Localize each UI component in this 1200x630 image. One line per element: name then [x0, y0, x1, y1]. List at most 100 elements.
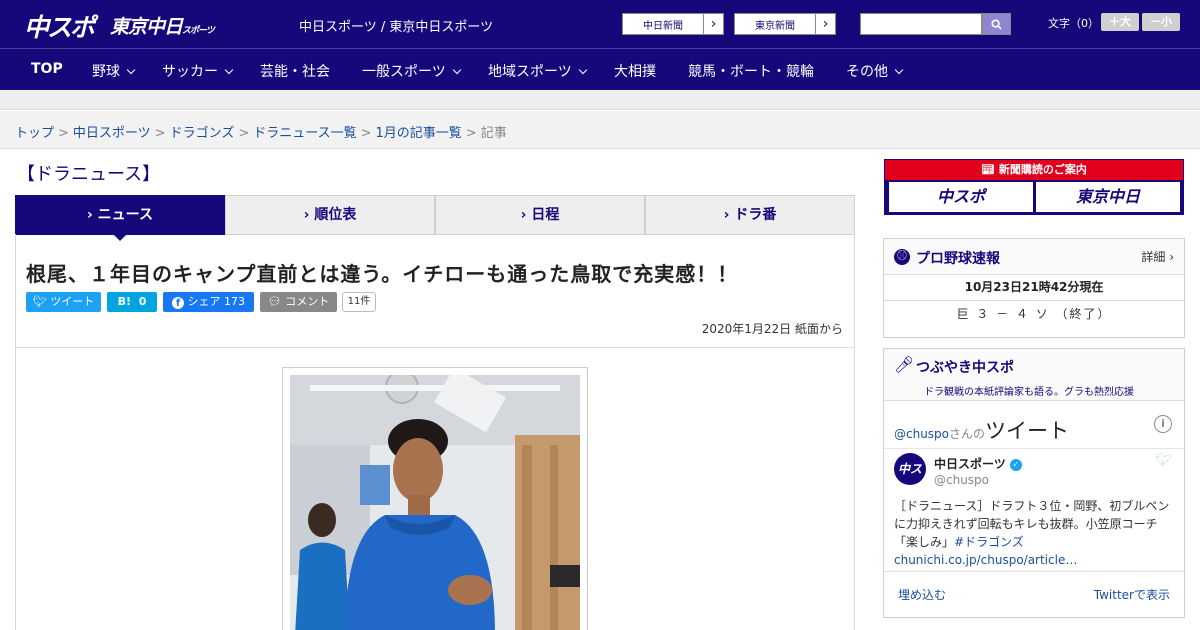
nav-label: 大相撲 [614, 64, 656, 80]
hatena-count: 0 [138, 295, 147, 308]
comment-bubble-icon: 💬︎ [267, 295, 282, 308]
breadcrumb-separator: > [465, 126, 477, 141]
nav-label: 芸能・社会 [260, 64, 330, 80]
breadcrumb-separator: > [238, 126, 250, 141]
breadcrumb-link[interactable]: 1月の記事一覧 [376, 126, 462, 141]
timeline-footer: 埋め込む Twitterで表示 [884, 571, 1184, 611]
tweets-widget: 🎤︎ つぶやき中スポ ドラ観戦の本紙評論家も語る。グラも熱烈応援 @chuspo… [883, 348, 1185, 618]
hashtag-link[interactable]: #ドラゴンズ [954, 535, 1024, 549]
tab-standings[interactable]: › 順位表 [225, 195, 435, 235]
comment-count: 11件 [342, 292, 376, 312]
chevron-down-icon [894, 65, 904, 75]
nav-soccer[interactable]: サッカー [162, 61, 234, 81]
subscribe-tokyo-chunichi-button[interactable]: 東京中日 [1036, 182, 1180, 212]
breadcrumb-link[interactable]: トップ [15, 126, 54, 141]
comment-label: コメント [285, 295, 330, 308]
nav-label: 競馬・ボート・競輪 [688, 64, 814, 80]
breadcrumb-separator: > [154, 126, 166, 141]
nav-local-sports[interactable]: 地域スポーツ [488, 61, 587, 81]
nav-entertainment[interactable]: 芸能・社会 [260, 61, 330, 81]
nav-top[interactable]: TOP [31, 61, 63, 77]
chevron-down-icon [452, 65, 461, 75]
breadcrumb-link[interactable]: 中日スポーツ [73, 126, 151, 141]
tab-schedule[interactable]: › 日程 [435, 195, 645, 235]
breadcrumb-link[interactable]: ドラゴンズ [170, 126, 235, 141]
twitter-bird-icon: 🐦︎ [32, 295, 47, 308]
nav-general-sports[interactable]: 一般スポーツ [362, 61, 461, 81]
paper-link-label: 中日新聞 [643, 21, 683, 32]
font-larger-button[interactable]: ＋大 [1101, 13, 1139, 31]
subscription-heading-text: 新聞購読のご案内 [998, 163, 1087, 176]
tweet-button[interactable]: 🐦︎ ツイート [26, 292, 101, 312]
nav-baseball[interactable]: 野球 [92, 61, 136, 81]
top-header: 中スポ 東京中日スポーツ 中日スポーツ / 東京中日スポーツ 中日新聞 › 東京… [0, 0, 1200, 48]
tweet-author-name[interactable]: 中日スポーツ ✓ [934, 455, 1022, 472]
chevron-down-icon [224, 65, 234, 75]
tab-bar: › ニュース › 順位表 › 日程 › ドラ番 [15, 195, 855, 235]
score-updated-time: 10月23日21時42分現在 [884, 275, 1184, 301]
search-icon [991, 19, 1002, 30]
avatar[interactable]: 中スポ [894, 453, 926, 485]
nav-other[interactable]: その他 [846, 61, 904, 81]
breadcrumb-separator: > [360, 126, 372, 141]
nav-label: 野球 [92, 64, 120, 80]
embed-link[interactable]: 埋め込む [898, 586, 946, 603]
hatena-bookmark-button[interactable]: B! 0 [107, 292, 157, 312]
subscription-heading: 📰︎ 新聞購読のご案内 [885, 160, 1183, 180]
publish-date: 2020年1月22日 紙面から [701, 322, 843, 336]
microphone-icon: 🎤︎ [894, 355, 915, 374]
font-smaller-button[interactable]: －小 [1142, 13, 1180, 31]
article-link[interactable]: chunichi.co.jp/chuspo/article… [894, 553, 1077, 567]
paper-link-label: 東京新聞 [755, 21, 795, 32]
newspaper-icon: 📰︎ [981, 163, 996, 176]
font-size-label: 文字（0） [1048, 17, 1099, 30]
chevron-down-icon [578, 65, 587, 75]
twitter-account-link[interactable]: @chuspo [894, 427, 949, 441]
tweet-text: ［ドラニュース］ドラフト３位・岡野、初ブルペンに力抑えきれず回転もキレも抜群。小… [894, 497, 1179, 569]
tab-dora-ban[interactable]: › ドラ番 [645, 195, 855, 235]
nav-label: 地域スポーツ [488, 64, 572, 80]
subscribe-chuspo-button[interactable]: 中スポ [889, 182, 1033, 212]
timeline-title: @chuspoさんのツイート [894, 415, 1069, 445]
nav-label: その他 [846, 64, 888, 80]
article-photo[interactable] [290, 375, 580, 630]
facebook-count: 173 [224, 295, 245, 308]
active-tab-caret [113, 234, 127, 241]
logo-sub-small: スポーツ [182, 26, 215, 36]
scores-detail-link[interactable]: 詳細 › [1141, 248, 1174, 265]
site-name[interactable]: 中日スポーツ / 東京中日スポーツ [299, 16, 493, 35]
comment-button[interactable]: 💬︎ コメント [260, 292, 337, 312]
info-icon[interactable]: i [1154, 415, 1172, 433]
breadcrumb-current: 記事 [480, 126, 507, 141]
tokyo-chunichi-logo[interactable]: 東京中日スポーツ [110, 12, 215, 39]
logo-sub-text: 東京中日 [110, 16, 183, 38]
tokyo-shimbun-link[interactable]: 東京新聞 › [734, 13, 836, 35]
facebook-share-label: シェア [187, 295, 221, 308]
twitter-timeline-header: @chuspoさんのツイート i [884, 401, 1184, 449]
tweets-word: ツイート [985, 419, 1070, 443]
facebook-icon: f [172, 297, 184, 309]
game-score[interactable]: 巨 ３ － ４ ソ （終了） [884, 301, 1184, 327]
search-button[interactable] [982, 13, 1011, 35]
nav-label: 一般スポーツ [362, 64, 446, 80]
chuspo-logo[interactable]: 中スポ [24, 8, 95, 44]
breadcrumb-link[interactable]: ドラニュース一覧 [253, 126, 356, 141]
breadcrumb-separator: > [58, 126, 69, 141]
tweet-body: ［ドラニュース］ドラフト３位・岡野、初ブルペンに力抑えきれず回転もキレも抜群。小… [894, 499, 1170, 549]
search-input[interactable] [860, 13, 982, 35]
tweet-author-name-text: 中日スポーツ [934, 457, 1006, 471]
nav-racing[interactable]: 競馬・ボート・競輪 [688, 61, 814, 81]
twitter-bird-icon[interactable]: 🐦︎ [1155, 453, 1172, 468]
view-on-twitter-link[interactable]: Twitterで表示 [1094, 586, 1170, 603]
main-nav: TOP 野球 サッカー 芸能・社会 一般スポーツ 地域スポーツ 大相撲 競馬・ボ… [0, 48, 1200, 90]
widget-title: プロ野球速報 [916, 251, 1000, 267]
nav-sumo[interactable]: 大相撲 [614, 61, 656, 81]
facebook-share-button[interactable]: f シェア 173 [163, 292, 254, 312]
widget-subtitle: ドラ観戦の本紙評論家も語る。グラも熱烈応援 [924, 387, 1134, 398]
arrow-right-icon: › [703, 14, 723, 34]
tweet-author-handle[interactable]: @chuspo [934, 473, 989, 487]
chunichi-shimbun-link[interactable]: 中日新聞 › [622, 13, 724, 35]
tab-news[interactable]: › ニュース [15, 195, 225, 235]
section-title: 【ドラニュース】 [17, 164, 161, 185]
spacer-band [0, 90, 1200, 110]
